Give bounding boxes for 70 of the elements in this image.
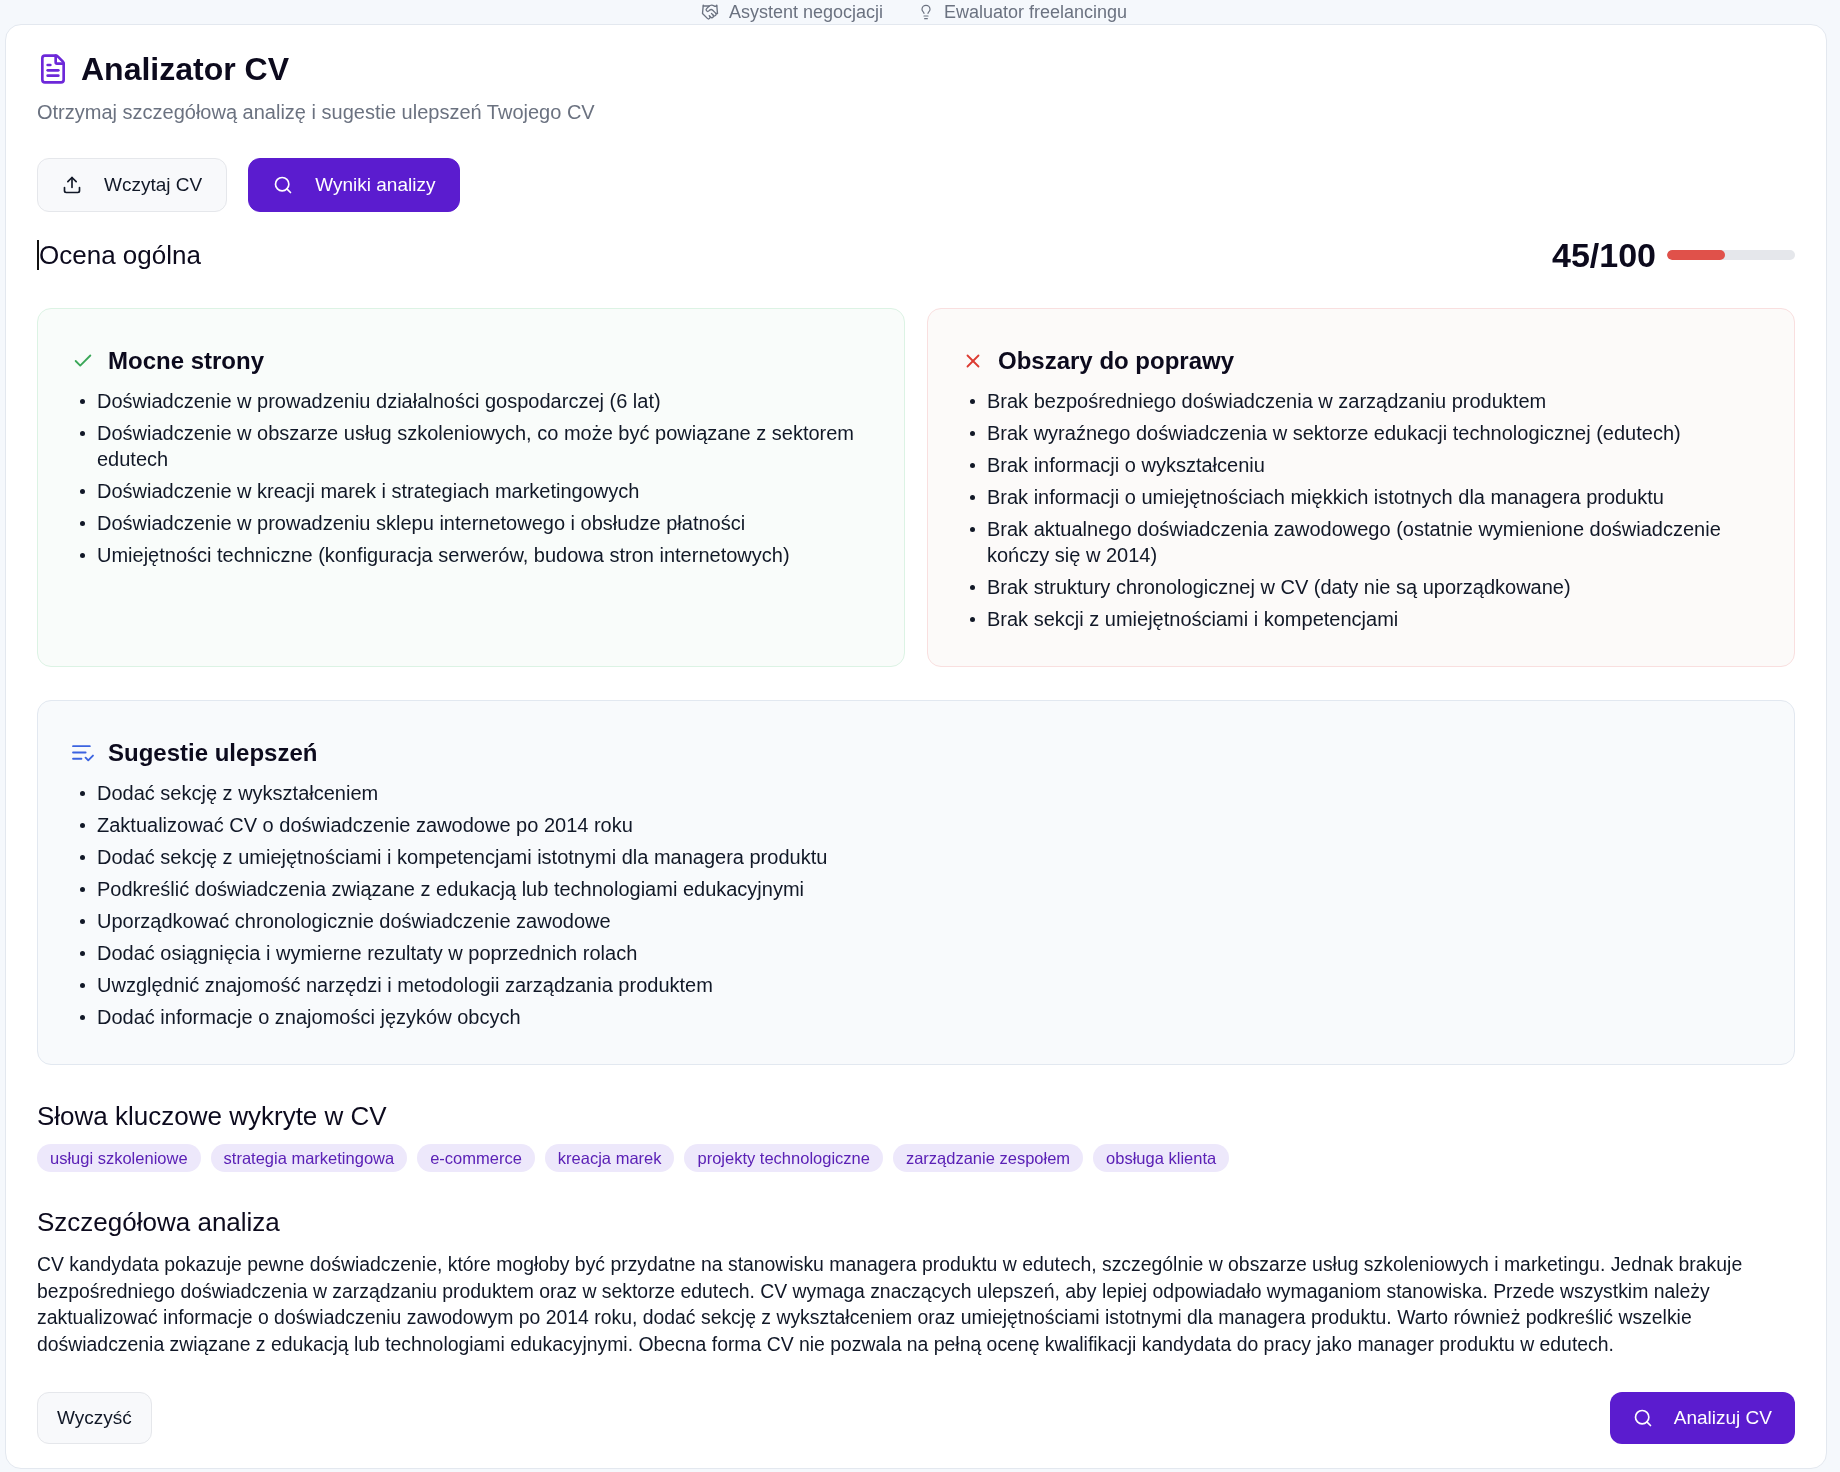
section-heading: Słowa kluczowe wykryte w CV — [37, 1101, 388, 1131]
strength-item: Doświadczenie w prowadzeniu działalności gospodarczej (6 lat) — [97, 389, 661, 414]
analysis-paragraph: CV kandydata pokazuje pewne doświadczenie, które mogłoby być przydatne na stanowisku managera produktu w edutech, szczególnie w obszarze usług szkoleniowych i marketingu. Jednak brakuje bezpośredniego doświadczenia w zarządzaniu produktem oraz w sektorze edutech. CV wymaga znaczących ulepszeń, aby lepiej odpowiadało wymaganiom stanowiska. Przede wszystkim należy zaktualizować informacje o doświadczeniu zawodowym po 2014 roku, dodać sekcję z wykształceniem oraz umiejętnościami istotnymi dla managera produktu. Warto również podkreślić wszelkie doświadczenia związane z edukacją lub technologiami edukacyjnymi. Obecna forma CV nie pozwala na pełną ocenę kwalifikacji kandydata do pracy jako manager produktu w edutech. — [37, 1252, 1744, 1358]
bullet-icon — [970, 527, 975, 532]
improvement-item: Brak struktury chronologicznej w CV (daty nie są uporządkowane) — [987, 575, 1571, 600]
handshake-icon — [700, 3, 719, 21]
improvement-item: Brak aktualnego doświadczenia zawodowego (ostatnie wymienione doświadczenie kończy się w 2014) — [987, 517, 1722, 568]
suggestion-item: Podkreślić doświadczenia związane z edukacją lub technologiami edukacyjnymi — [97, 877, 805, 902]
search-icon — [273, 175, 294, 195]
mode-button[interactable]: Wczytaj CV — [37, 158, 228, 212]
bullet-icon — [80, 521, 85, 526]
page-subtitle: Otrzymaj szczegółową analizę i sugestie ulepszeń Twojego CV — [37, 100, 596, 125]
card-title: Obszary do poprawy — [998, 346, 1235, 376]
suggestion-item: Uporządkować chronologicznie doświadczenie zawodowe — [97, 909, 611, 934]
search-icon — [1632, 1407, 1653, 1428]
tool-tab[interactable]: Asystent negocjacji — [700, 1, 883, 23]
bullet-icon — [970, 495, 975, 500]
suggestion-item: Dodać osiągnięcia i wymierne rezultaty w poprzednich rolach — [97, 941, 638, 966]
keyword-tag: e-commerce — [417, 1144, 535, 1172]
section-heading: Ocena ogólna — [39, 239, 201, 272]
bullet-icon — [80, 791, 85, 796]
lightbulb-icon — [918, 4, 934, 20]
tool-tab[interactable]: Ewaluator freelancingu — [918, 1, 1128, 23]
bullet-icon — [80, 887, 85, 892]
bullet-icon — [80, 855, 85, 860]
bullet-icon — [970, 463, 975, 468]
clear-button[interactable]: Wyczyść — [37, 1391, 152, 1444]
improvement-item: Brak wyraźnego doświadczenia w sektorze edukacji technologicznej (edutech) — [987, 421, 1681, 446]
section-heading: Szczegółowa analiza — [37, 1207, 281, 1237]
suggestion-item: Uwzględnić znajomość narzędzi i metodologii zarządzania produktem — [97, 973, 713, 998]
keyword-tag: projekty technologiczne — [684, 1144, 883, 1172]
strength-item: Doświadczenie w prowadzeniu sklepu internetowego i obsłudze płatności — [97, 511, 746, 536]
bullet-icon — [80, 1015, 85, 1020]
strength-item: Umiejętności techniczne (konfiguracja serwerów, budowa stron internetowych) — [97, 543, 790, 568]
keyword-tag: zarządzanie zespołem — [892, 1144, 1084, 1172]
bullet-icon — [80, 431, 85, 436]
upload-icon — [62, 175, 82, 195]
suggestion-item: Zaktualizować CV o doświadczenie zawodowe po 2014 roku — [97, 813, 633, 838]
suggestion-item: Dodać sekcję z wykształceniem — [97, 781, 379, 806]
bullet-icon — [80, 919, 85, 924]
bullet-icon — [970, 399, 975, 404]
suggestion-item: Dodać sekcję z umiejętnościami i kompetencjami istotnymi dla managera produktu — [97, 845, 828, 870]
keyword-tag: usługi szkoleniowe — [37, 1144, 201, 1172]
strength-item: Doświadczenie w kreacji marek i strategiach marketingowych — [97, 479, 640, 504]
improvement-item: Brak informacji o umiejętnościach miękkich istotnych dla managera produktu — [987, 485, 1664, 510]
bullet-icon — [80, 951, 85, 956]
mode-button[interactable]: Wyniki analizy — [248, 158, 461, 212]
keyword-tag: obsługa klienta — [1093, 1144, 1230, 1172]
bullet-icon — [970, 617, 975, 622]
improvement-item: Brak bezpośredniego doświadczenia w zarządzaniu produktem — [987, 389, 1547, 414]
text-cursor — [37, 240, 39, 270]
suggestion-item: Dodać informacje o znajomości języków obcych — [97, 1005, 521, 1030]
improvement-item: Brak sekcji z umiejętnościami i kompetencjami — [987, 607, 1399, 632]
keyword-tag: kreacja marek — [544, 1144, 675, 1172]
bullet-icon — [80, 983, 85, 988]
improvement-item: Brak informacji o wykształceniu — [987, 453, 1265, 478]
bullet-icon — [80, 553, 85, 558]
keyword-tag: strategia marketingowa — [210, 1144, 408, 1172]
card-title: Mocne strony — [108, 346, 265, 376]
bullet-icon — [80, 489, 85, 494]
analyze-button[interactable]: Analizuj CV — [1609, 1391, 1795, 1444]
card-title: Sugestie ulepszeń — [108, 738, 318, 768]
score-value: 45/100 — [1552, 236, 1656, 274]
page-title: Analizator CV — [81, 51, 290, 87]
list-check-icon — [72, 744, 94, 762]
bullet-icon — [80, 399, 85, 404]
bullet-icon — [80, 823, 85, 828]
bullet-icon — [970, 585, 975, 590]
strength-item: Doświadczenie w obszarze usług szkoleniowych, co może być powiązane z sektorem edutech — [97, 421, 855, 472]
bullet-icon — [970, 431, 975, 436]
